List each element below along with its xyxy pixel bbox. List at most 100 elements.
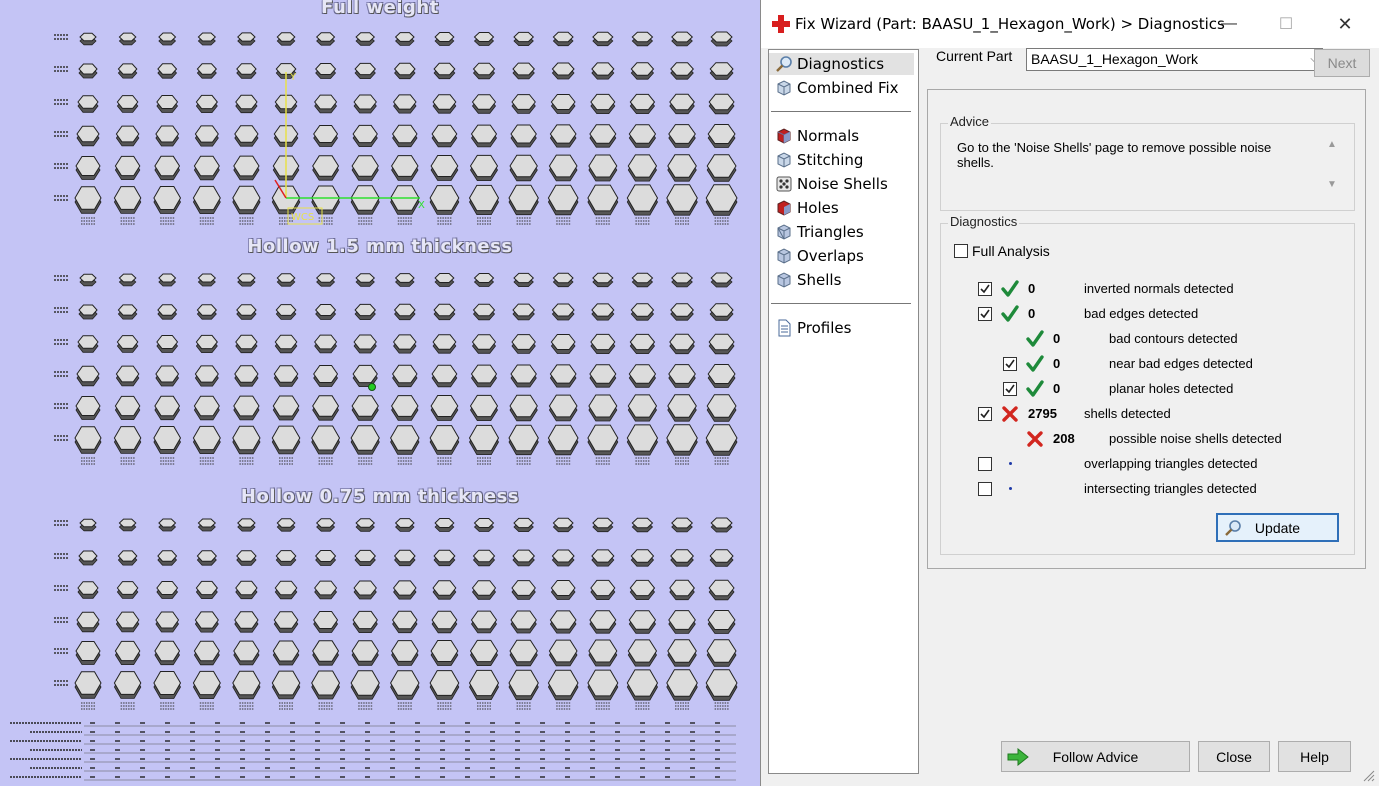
close-button[interactable]: Close	[1198, 741, 1270, 772]
nav-item-label: Noise Shells	[797, 175, 888, 193]
bad-edges-detected-label: bad edges detected	[1084, 306, 1199, 321]
cube-icon	[777, 80, 791, 96]
bad-edges-detected-checkbox[interactable]	[978, 307, 992, 321]
green-check-icon	[1026, 355, 1044, 372]
nav-item-label: Overlaps	[797, 247, 864, 265]
nav-item-label: Holes	[797, 199, 839, 217]
title-bar[interactable]: Fix Wizard (Part: BAASU_1_Hexagon_Work) …	[761, 0, 1379, 48]
nav-divider	[771, 111, 911, 112]
stitching-icon	[777, 152, 791, 168]
diagnostics-group: Diagnostics Full Analysis 0 inverted norm…	[940, 214, 1355, 555]
size-chart-table	[10, 722, 736, 781]
nav-item-triangles[interactable]: Triangles	[769, 221, 914, 243]
document-icon	[778, 319, 791, 337]
nav-item-overlaps[interactable]: Overlaps	[769, 245, 914, 267]
inverted-normals-detected-label: inverted normals detected	[1084, 281, 1234, 296]
shells-icon	[777, 272, 791, 288]
near-bad-edges-detected-count: 0	[1053, 356, 1061, 371]
current-part-value: BAASU_1_Hexagon_Work	[1031, 51, 1199, 67]
planar-holes-detected-count: 0	[1053, 381, 1061, 396]
wizard-nav-list: Diagnostics Combined Fix Normals Stitching N…	[768, 49, 919, 774]
advice-text: Go to the 'Noise Shells' page to remove …	[957, 140, 1272, 170]
inverted-normals-detected-count: 0	[1028, 281, 1036, 296]
near-bad-edges-detected-label: near bad edges detected	[1109, 356, 1253, 371]
nav-item-label: Diagnostics	[797, 55, 885, 73]
next-button[interactable]: Next	[1314, 49, 1370, 77]
bad-edges-detected-count: 0	[1028, 306, 1036, 321]
intersecting-triangles-detected-label: intersecting triangles detected	[1084, 481, 1257, 496]
planar-holes-detected-checkbox[interactable]	[1003, 382, 1017, 396]
update-label: Update	[1254, 519, 1301, 536]
full-analysis-checkbox[interactable]	[954, 244, 968, 258]
green-check-icon	[1026, 330, 1044, 347]
fix-wizard-dialog: Fix Wizard (Part: BAASU_1_Hexagon_Work) …	[760, 0, 1379, 786]
green-check-icon	[1001, 305, 1019, 322]
bad-contours-detected-label: bad contours detected	[1109, 331, 1238, 346]
nav-item-label: Combined Fix	[797, 79, 899, 97]
current-part-select[interactable]: BAASU_1_Hexagon_Work ⌵	[1026, 48, 1323, 71]
bad-contours-detected-count: 0	[1053, 331, 1061, 346]
nav-item-label: Normals	[797, 127, 860, 145]
close-window-button[interactable]: ✕	[1317, 0, 1373, 48]
scroll-down-icon[interactable]: ▼	[1327, 179, 1337, 190]
3d-viewport[interactable]: Full weight Hollow 1.5 mm thickness Holl…	[0, 0, 760, 786]
current-part-label: Current Part	[936, 48, 1013, 64]
nav-item-holes[interactable]: Holes	[769, 197, 914, 219]
normals-icon	[777, 128, 791, 144]
nav-item-label: Profiles	[797, 319, 852, 337]
nav-item-profiles[interactable]: Profiles	[769, 317, 914, 339]
overlapping-triangles-detected-label: overlapping triangles detected	[1084, 456, 1258, 471]
dialog-title: Fix Wizard (Part: BAASU_1_Hexagon_Work) …	[795, 15, 1225, 33]
follow-advice-label: Follow Advice	[1052, 748, 1139, 765]
nav-item-label: Triangles	[797, 223, 864, 241]
green-check-icon	[1001, 280, 1019, 297]
update-button[interactable]: Update	[1216, 513, 1339, 542]
resize-grip-icon[interactable]	[1363, 770, 1375, 782]
follow-advice-button[interactable]: Follow Advice	[1001, 741, 1190, 772]
magnifier-icon	[776, 56, 792, 72]
overlaps-icon	[777, 248, 791, 264]
nav-item-label: Stitching	[797, 151, 864, 169]
nav-item-shells[interactable]: Shells	[769, 269, 914, 291]
holes-icon	[777, 200, 791, 216]
noise-shells-icon	[776, 176, 792, 192]
advice-title: Advice	[948, 114, 992, 129]
red-x-icon	[1027, 431, 1043, 447]
nav-item-noise-shells[interactable]: Noise Shells	[769, 173, 914, 195]
diagnostics-title: Diagnostics	[948, 214, 1020, 229]
green-arrow-icon	[1007, 748, 1029, 766]
green-check-icon	[1026, 380, 1044, 397]
advice-group: Advice Go to the 'Noise Shells' page to …	[940, 114, 1355, 211]
intersecting-triangles-detected-checkbox[interactable]	[978, 482, 992, 496]
nav-item-diagnostics[interactable]: Diagnostics	[769, 53, 914, 75]
wcs-label: WCS	[291, 212, 314, 223]
status-dot	[1009, 462, 1012, 465]
svg-text:X: X	[418, 200, 425, 211]
shells-detected-checkbox[interactable]	[978, 407, 992, 421]
minimize-button[interactable]: —	[1201, 0, 1257, 48]
coordinate-axes-gizmo: Y X WCS	[274, 72, 425, 391]
possible-noise-shells-detected-count: 208	[1053, 431, 1075, 446]
scroll-up-icon[interactable]: ▲	[1327, 139, 1337, 150]
overlapping-triangles-detected-checkbox[interactable]	[978, 457, 992, 471]
shells-detected-count: 2795	[1028, 406, 1057, 421]
status-dot	[1009, 487, 1012, 490]
diagnostics-panel: Advice Go to the 'Noise Shells' page to …	[927, 89, 1366, 569]
magnifier-icon	[1225, 520, 1241, 536]
red-cross-icon	[772, 15, 790, 33]
possible-noise-shells-detected-label: possible noise shells detected	[1109, 431, 1282, 446]
help-button[interactable]: Help	[1278, 741, 1351, 772]
triangles-icon	[777, 224, 791, 240]
maximize-button[interactable]: ☐	[1258, 0, 1314, 48]
red-x-icon	[1002, 406, 1018, 422]
inverted-normals-detected-checkbox[interactable]	[978, 282, 992, 296]
full-analysis-label: Full Analysis	[972, 243, 1050, 259]
advice-scrollbar[interactable]: ▲ ▼	[1324, 137, 1342, 195]
planar-holes-detected-label: planar holes detected	[1109, 381, 1234, 396]
nav-divider	[771, 303, 911, 304]
nav-item-label: Shells	[797, 271, 842, 289]
near-bad-edges-detected-checkbox[interactable]	[1003, 357, 1017, 371]
nav-item-stitching[interactable]: Stitching	[769, 149, 914, 171]
nav-item-combined-fix[interactable]: Combined Fix	[769, 77, 914, 99]
nav-item-normals[interactable]: Normals	[769, 125, 914, 147]
